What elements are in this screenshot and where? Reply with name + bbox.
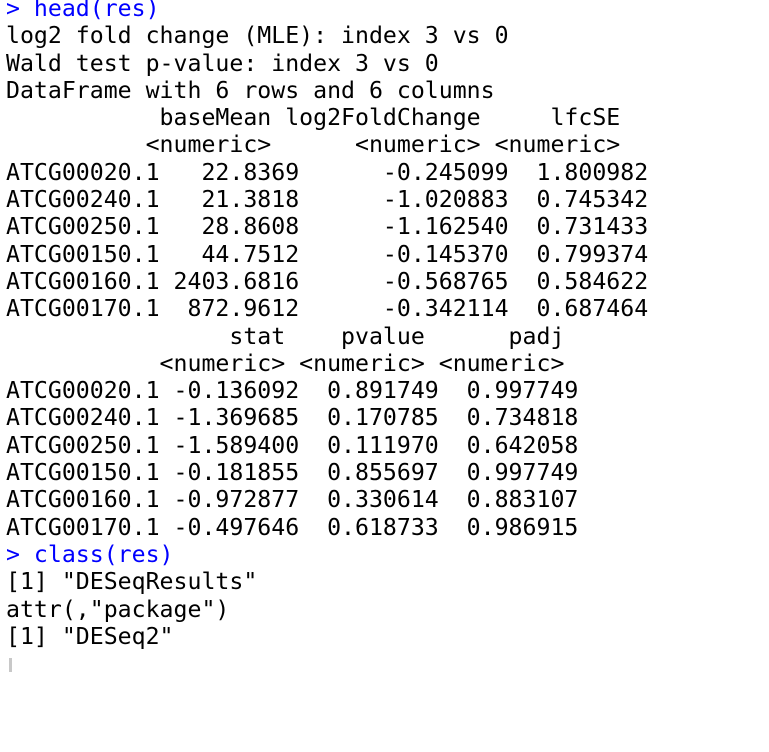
dataframe-row: ATCG00240.1 -1.369685 0.170785 0.734818 [6,404,579,432]
dataframe-row: ATCG00150.1 -0.181855 0.855697 0.997749 [6,459,579,487]
console-output-line: attr(,"package") [6,595,230,623]
dataframe-column-types: <numeric> <numeric> <numeric> [6,131,621,159]
dataframe-row: ATCG00170.1 -0.497646 0.618733 0.986915 [6,513,579,541]
dataframe-row: ATCG00160.1 2403.6816 -0.568765 0.584622 [6,267,649,295]
dataframe-column-headers: baseMean log2FoldChange lfcSE [6,104,621,132]
dataframe-row: ATCG00250.1 28.8608 -1.162540 0.731433 [6,213,649,241]
console-output-line: [1] "DESeqResults" [6,568,258,596]
dataframe-row: ATCG00160.1 -0.972877 0.330614 0.883107 [6,486,579,514]
dataframe-column-types: <numeric> <numeric> <numeric> [6,349,565,377]
console-output-line: [1] "DESeq2" [6,622,174,650]
dataframe-row: ATCG00020.1 -0.136092 0.891749 0.997749 [6,377,579,405]
dataframe-row: ATCG00020.1 22.8369 -0.245099 1.800982 [6,158,649,186]
console-command-line: > head(res) [6,0,160,22]
r-console[interactable]: > head(res) log2 fold change (MLE): inde… [6,0,766,677]
console-output-header: DataFrame with 6 rows and 6 columns [6,76,495,104]
console-command-line: > class(res) [6,540,174,568]
dataframe-row: ATCG00170.1 872.9612 -0.342114 0.687464 [6,295,649,323]
dataframe-row: ATCG00240.1 21.3818 -1.020883 0.745342 [6,186,649,214]
dataframe-row: ATCG00250.1 -1.589400 0.111970 0.642058 [6,431,579,459]
console-output-header: Wald test p-value: index 3 vs 0 [6,49,439,77]
dataframe-row: ATCG00150.1 44.7512 -0.145370 0.799374 [6,240,649,268]
console-input-line[interactable] [6,650,766,677]
dataframe-column-headers: stat pvalue padj [6,322,565,350]
text-cursor [9,658,12,673]
console-output-header: log2 fold change (MLE): index 3 vs 0 [6,22,509,50]
